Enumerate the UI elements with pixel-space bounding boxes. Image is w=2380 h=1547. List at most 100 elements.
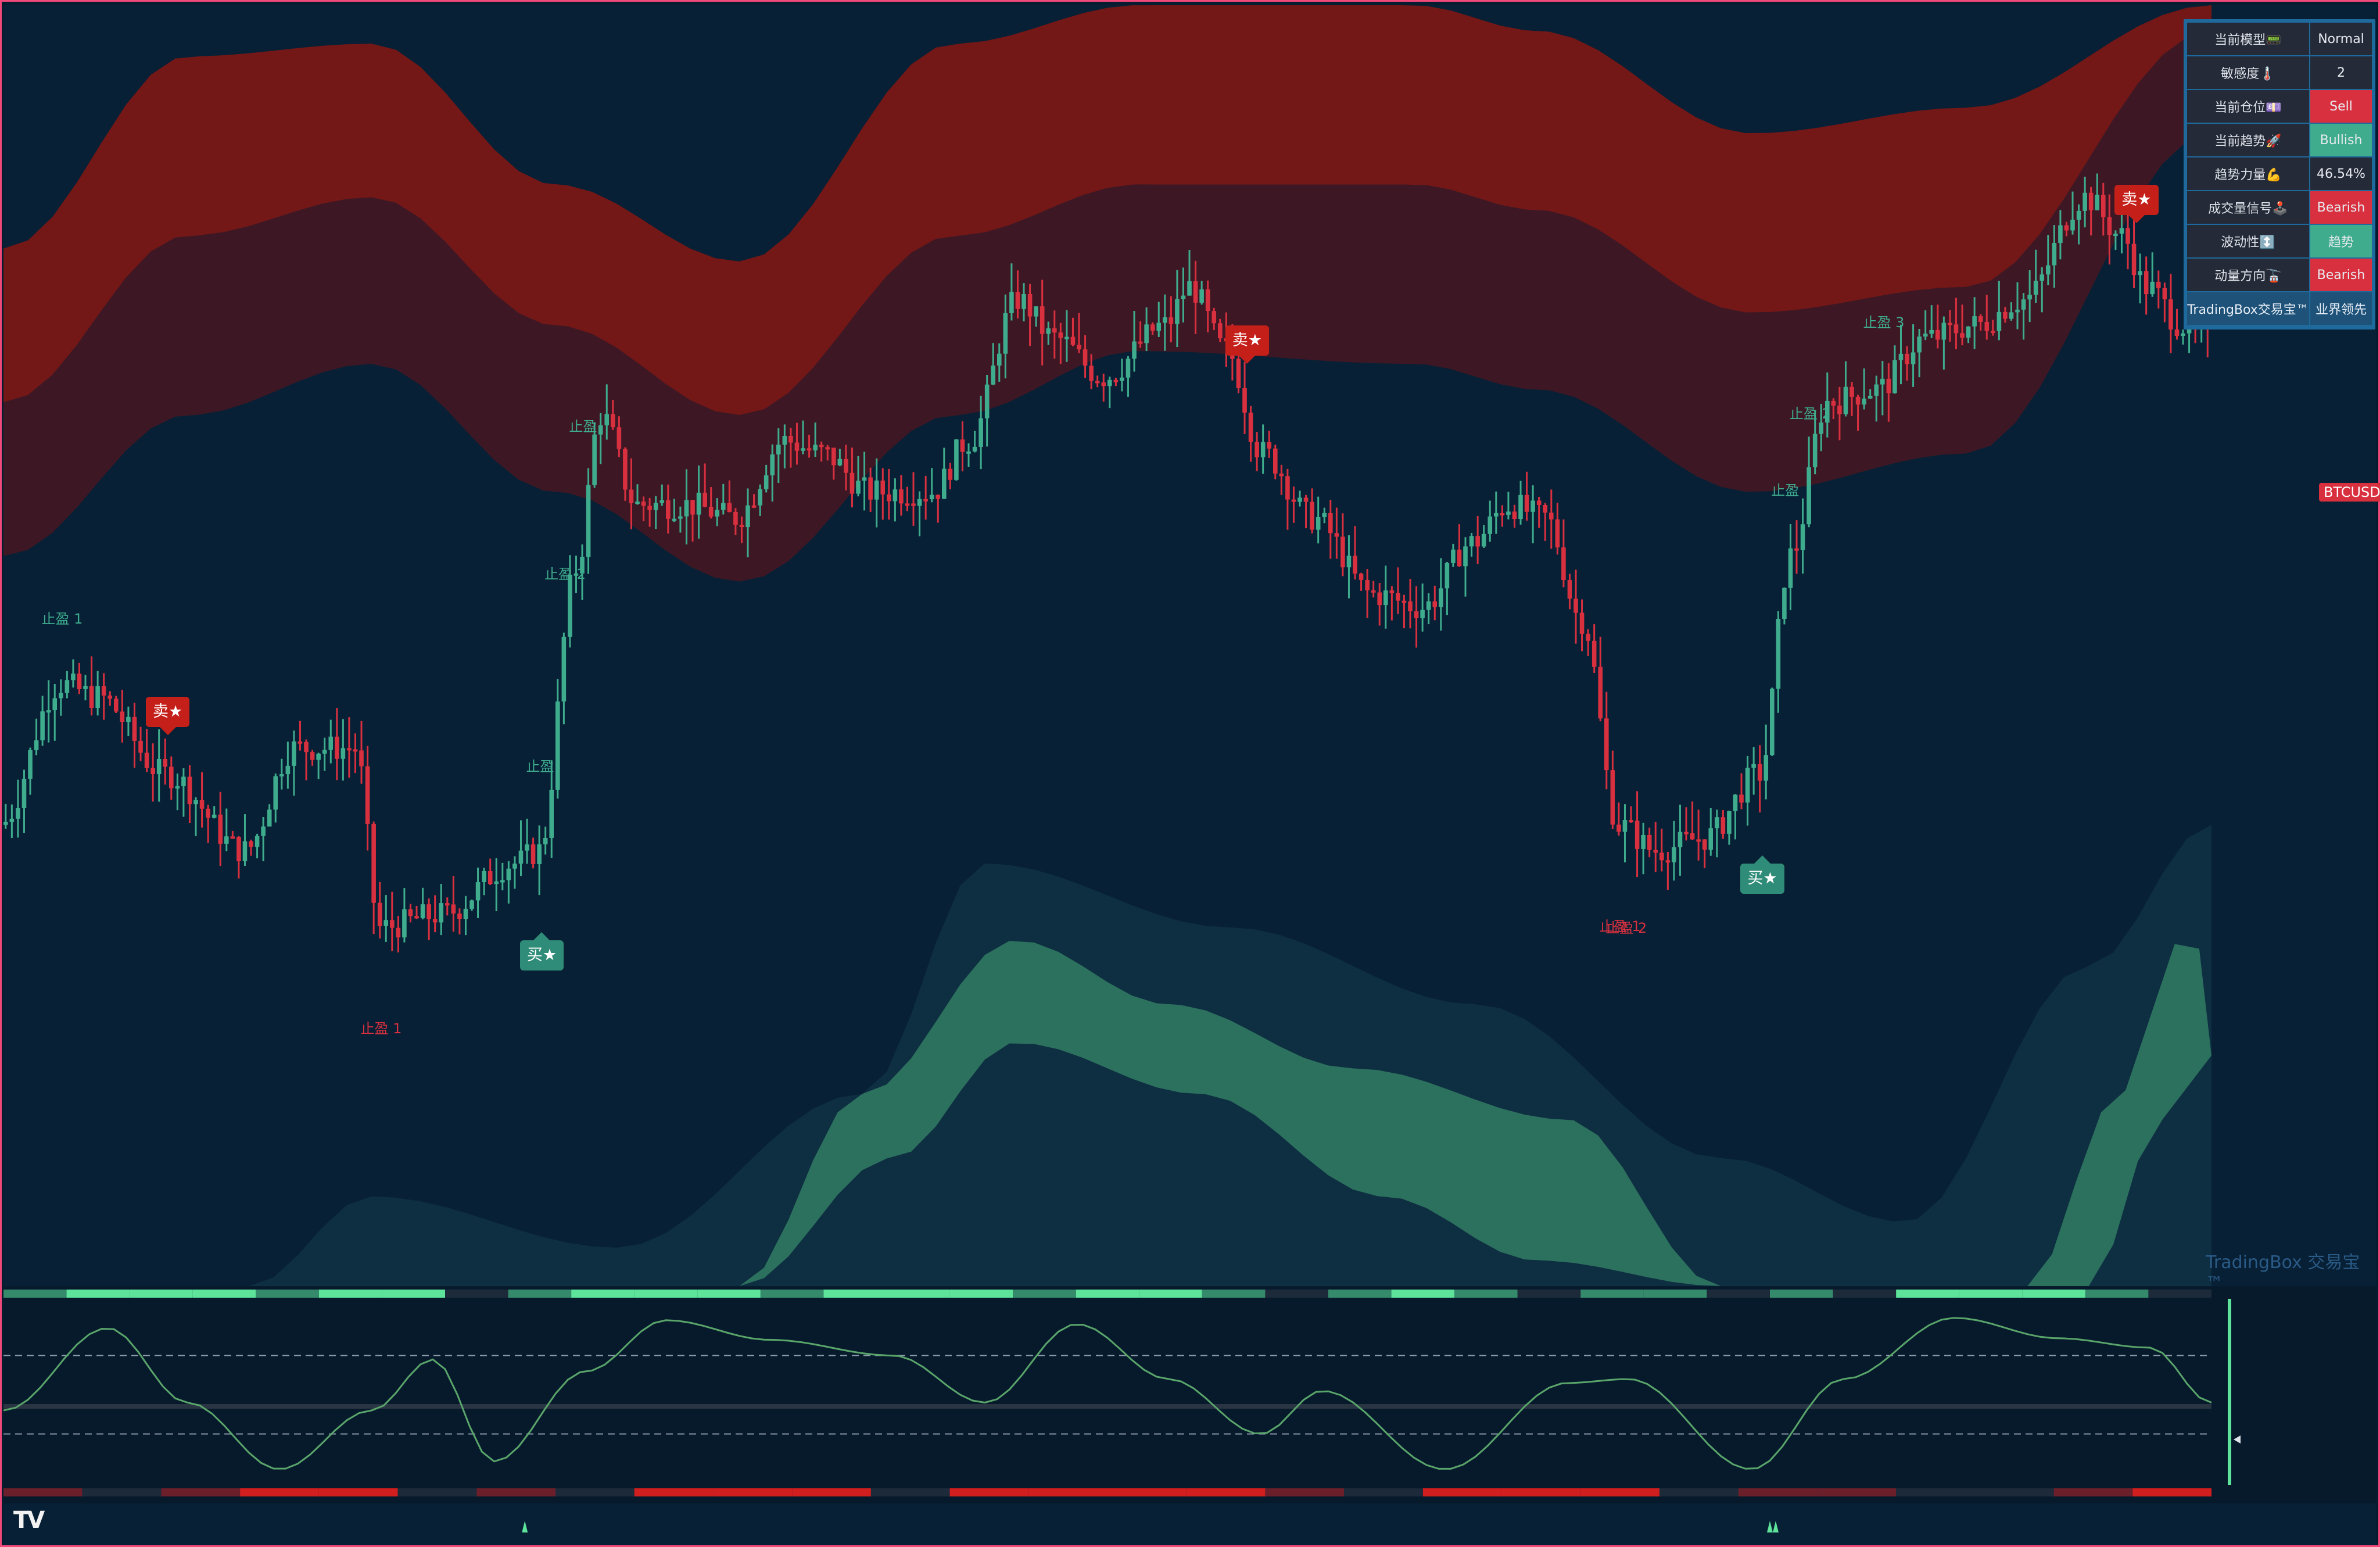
candle-body: [874, 480, 879, 500]
candle-body: [2021, 299, 2026, 310]
oscillator-bottom-strip-segment: [476, 1488, 555, 1496]
candle-body: [224, 836, 229, 844]
candle-body: [52, 698, 58, 711]
oscillator-svg: [3, 1290, 2241, 1496]
candle-body: [1757, 764, 1762, 781]
buy-signal-badge[interactable]: 买★: [519, 932, 564, 971]
candle-body: [1402, 600, 1407, 603]
info-panel: 当前模型📟 Normal 敏感度🌡️ 2 当前仓位💷 Sell 当前趋势🚀 Bullish 趋势…: [2184, 19, 2375, 330]
oscillator-top-strip-segment: [318, 1290, 382, 1298]
candle-body: [414, 916, 419, 919]
oscillator-bottom-strip-segment: [713, 1488, 793, 1496]
brand-label: TradingBox交易宝™: [2187, 292, 2309, 325]
oscillator-gauge-bar: [2228, 1299, 2231, 1485]
candle-body: [304, 742, 309, 753]
candle-body: [978, 418, 983, 447]
candle-body: [1941, 323, 1947, 340]
oscillator-top-strip-segment: [1770, 1290, 1833, 1298]
candle-body: [2033, 281, 2038, 295]
candle-body: [1616, 824, 1621, 832]
candle-body: [1672, 847, 1676, 862]
marker-triangle-icon: [1773, 1521, 1779, 1532]
oscillator-bottom-strip-segment: [1659, 1488, 1739, 1496]
candle-body: [347, 748, 352, 751]
candle-body: [984, 384, 990, 418]
candle-body: [1334, 533, 1339, 537]
sell-signal-badge[interactable]: 卖★: [2114, 184, 2159, 223]
candle-body: [1199, 289, 1204, 303]
candle-body: [1439, 588, 1443, 607]
candle-body: [1874, 384, 1879, 396]
oscillator-pane[interactable]: TradingBox 交易宝™: [3, 1287, 2377, 1547]
oscillator-top-strip-segment: [1643, 1290, 1707, 1298]
candle-body: [95, 686, 100, 708]
candle-body: [2138, 271, 2142, 275]
oscillator-bottom-strip-segment: [82, 1488, 162, 1496]
candle-body: [764, 475, 769, 489]
candle-body: [825, 447, 830, 450]
candle-body: [181, 776, 186, 786]
candle-body: [549, 789, 554, 839]
candle-body: [64, 680, 70, 693]
symbol-price-label[interactable]: BTCUSD: [2319, 483, 2380, 502]
candle-body: [1549, 513, 1554, 520]
candle-body: [531, 844, 536, 864]
candle-body: [2058, 225, 2063, 243]
oscillator-top-strip-segment: [1517, 1290, 1581, 1298]
candle-body: [604, 414, 610, 425]
candle-body: [439, 903, 444, 923]
candle-body: [1733, 794, 1738, 811]
candle-body: [138, 740, 143, 753]
candle-body: [1911, 352, 1916, 364]
candle-body: [1782, 588, 1787, 619]
buy-signal-badge[interactable]: 买★: [1740, 855, 1784, 894]
candle-body: [353, 749, 358, 752]
candle-body: [1083, 349, 1088, 366]
oscillator-top-strip-segment: [1013, 1290, 1076, 1298]
price-pane[interactable]: 卖★ 买★ 卖★ 买★ 卖★ 止盈 1 止盈 1 止盈 止盈 2 止盈 止盈 1 止盈 2 止盈 止盈 2…: [3, 5, 2380, 1294]
tradingview-logo[interactable]: TV: [13, 1507, 45, 1534]
candle-body: [868, 477, 873, 500]
oscillator-top-strip-segment: [1202, 1290, 1266, 1298]
info-row: 当前仓位💷 Sell: [2187, 90, 2372, 123]
candle-body: [1113, 379, 1119, 382]
candle-body: [1702, 839, 1707, 850]
candle-body: [1205, 289, 1210, 311]
candle-body: [929, 495, 934, 500]
candle-body: [1469, 536, 1474, 547]
candle-body: [267, 810, 272, 827]
info-row-value: Bearish: [2310, 191, 2372, 224]
candle-body: [991, 366, 996, 385]
oscillator-top-strip-segment: [2022, 1290, 2085, 1298]
candle-body: [1665, 860, 1671, 863]
candle-body: [2131, 243, 2137, 275]
candle-body: [770, 454, 775, 475]
candle-body: [1101, 382, 1106, 386]
candle-body: [972, 446, 977, 452]
candle-body: [285, 765, 291, 775]
candle-body: [1494, 513, 1499, 517]
sell-signal-badge[interactable]: 卖★: [146, 697, 190, 736]
candle-body: [16, 808, 20, 819]
candle-body: [1457, 549, 1462, 567]
sell-signal-badge[interactable]: 卖★: [1225, 325, 1269, 364]
candle-body: [1819, 422, 1824, 434]
candle-body: [960, 439, 965, 452]
candle-body: [1322, 513, 1327, 517]
candle-body: [1150, 324, 1155, 331]
candle-body: [2009, 312, 2014, 319]
candle-body: [837, 459, 843, 465]
candle-body: [666, 500, 671, 519]
info-row-value: 趋势: [2310, 225, 2372, 257]
oscillator-bottom-strip-segment: [1896, 1488, 1975, 1496]
candle-body: [1512, 511, 1517, 519]
oscillator-bottom-strip-segment: [1738, 1488, 1818, 1496]
candle-body: [1530, 500, 1535, 512]
oscillator-top-strip-segment: [1265, 1290, 1328, 1298]
candle-body: [1561, 547, 1566, 581]
candle-body: [635, 502, 640, 504]
oscillator-top-strip-segment: [445, 1290, 508, 1298]
candle-body: [739, 524, 744, 528]
candle-body: [1978, 316, 1983, 323]
candle-body: [1739, 794, 1744, 803]
